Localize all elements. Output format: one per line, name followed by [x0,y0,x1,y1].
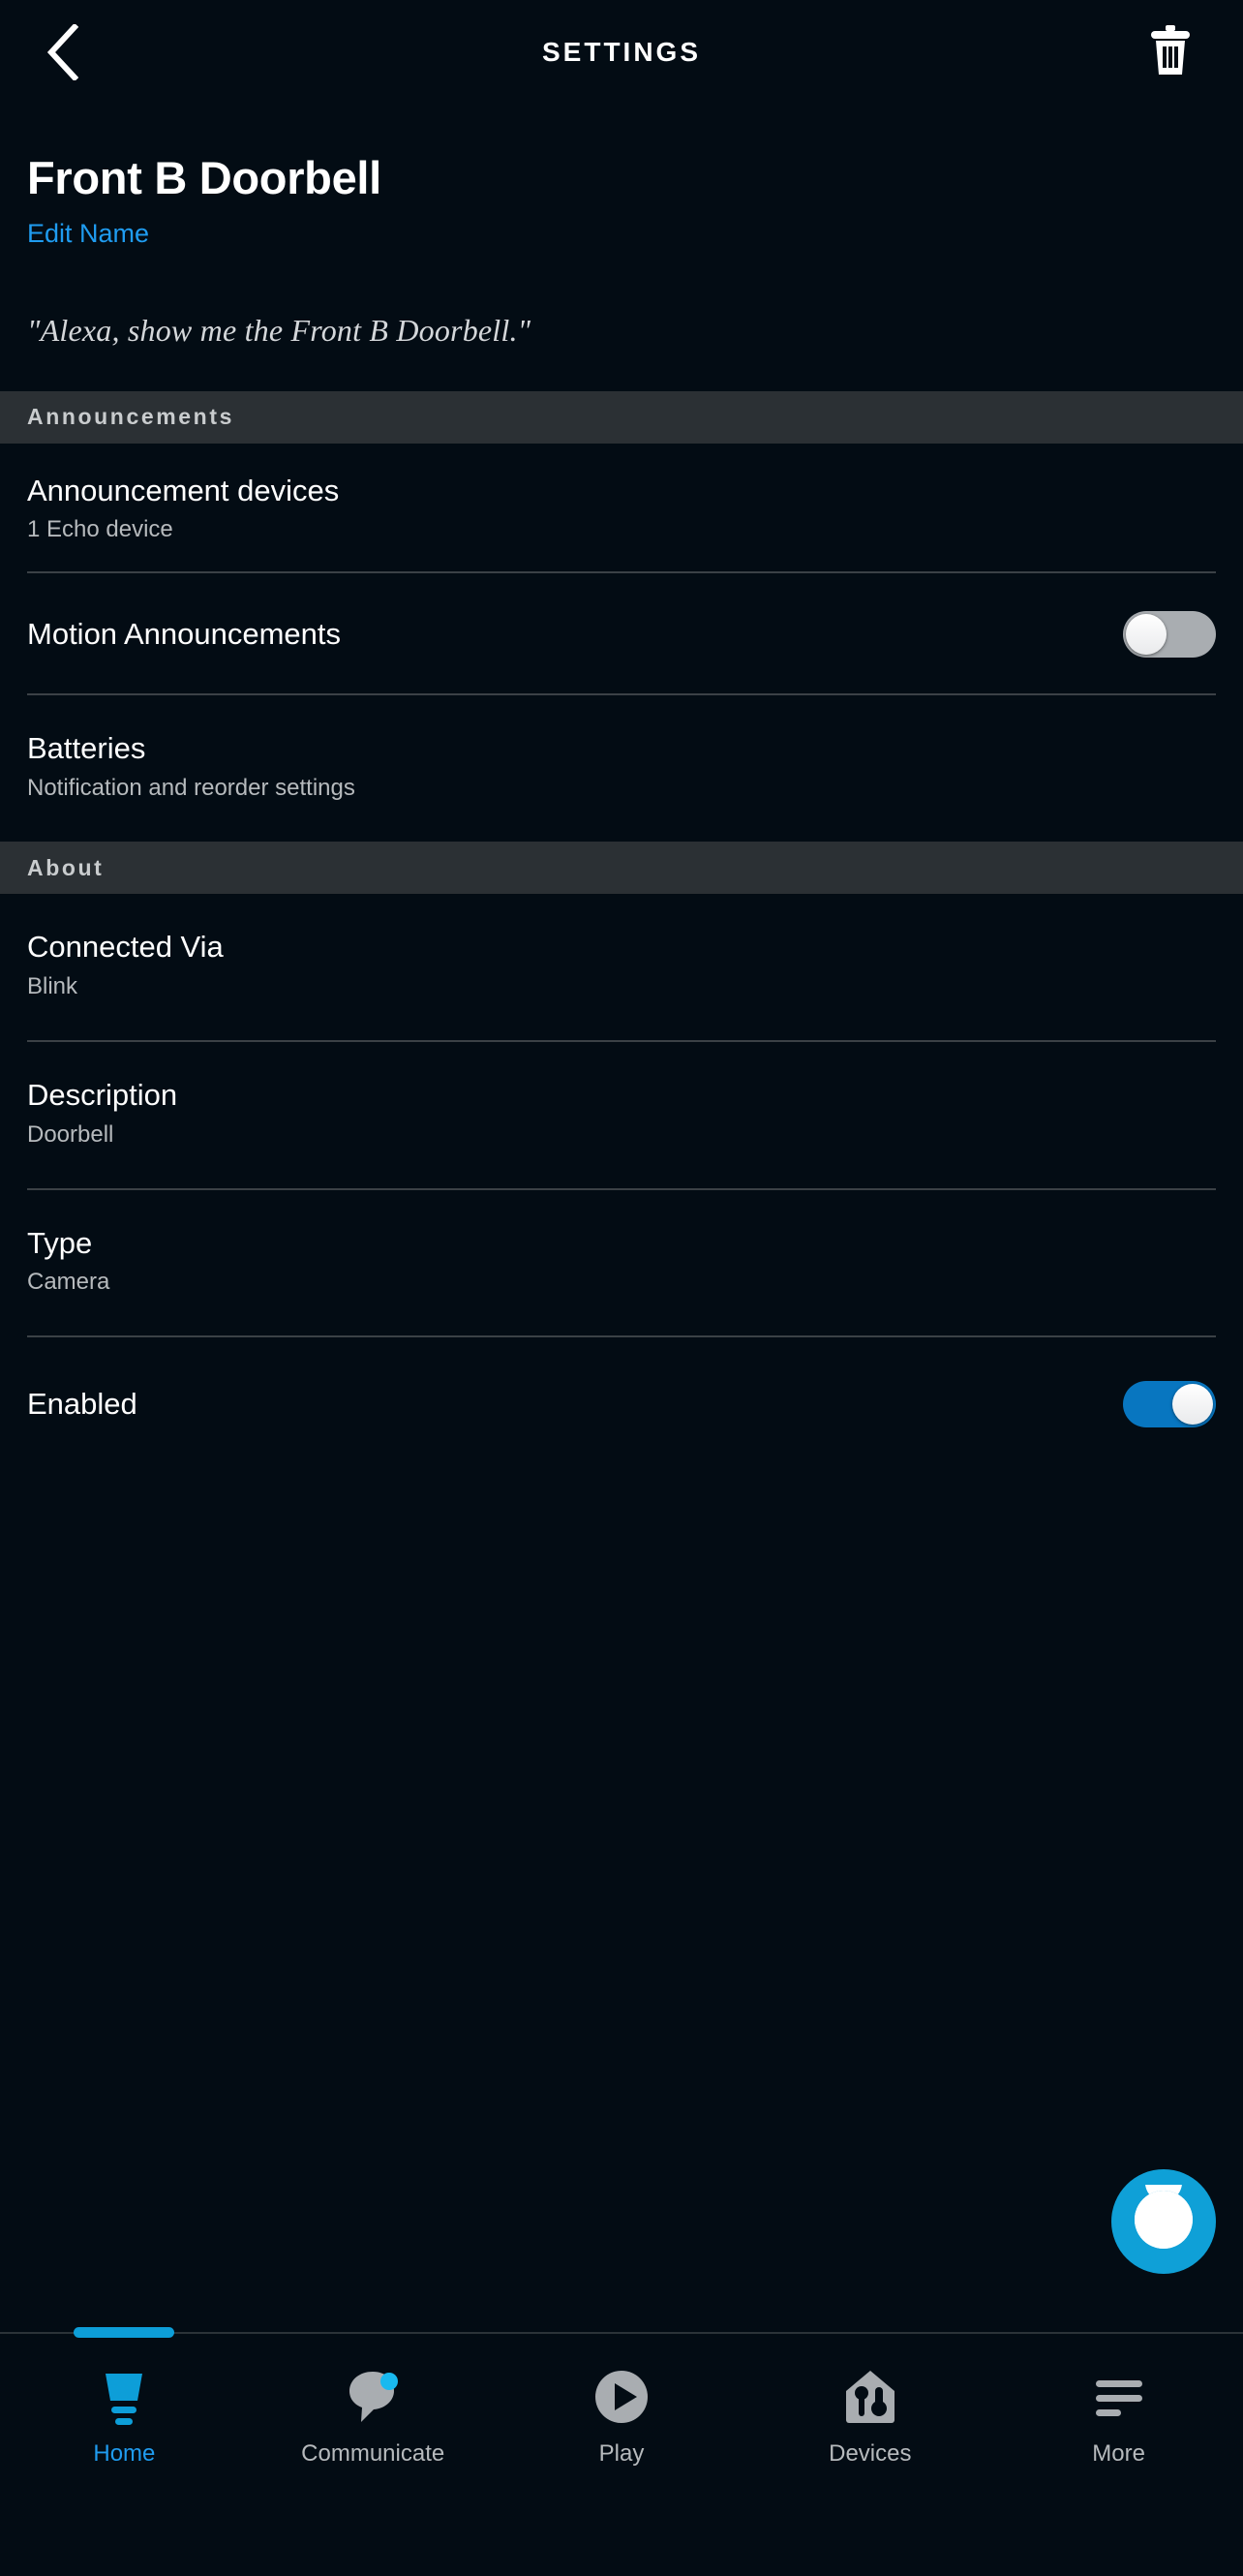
row-subtitle: Blink [27,972,1216,1001]
row-announcement-devices[interactable]: Announcement devices 1 Echo device [0,444,1243,572]
row-description: Description Doorbell [0,1042,1243,1188]
row-title: Batteries [27,730,1216,768]
back-button[interactable] [27,17,97,87]
row-title: Motion Announcements [27,616,1123,654]
row-text: Enabled [27,1386,1123,1424]
nav-item-more[interactable]: More [994,2334,1243,2468]
active-tab-indicator [74,2327,174,2338]
play-circle-icon [591,2361,652,2433]
motion-announcements-toggle[interactable] [1123,611,1216,658]
row-title: Connected Via [27,929,1216,966]
nav-label: Devices [829,2440,911,2468]
nav-item-play[interactable]: Play [498,2334,746,2468]
echo-device-icon [93,2361,155,2433]
nav-label: Play [599,2440,645,2468]
bottom-navigation: Home Communicate Play [0,2332,1243,2576]
row-text: Type Camera [27,1225,1216,1298]
nav-item-home[interactable]: Home [0,2334,249,2468]
nav-label: Home [93,2440,155,2468]
toggle-knob [1126,614,1167,655]
speech-bubble-icon [342,2361,404,2433]
row-motion-announcements[interactable]: Motion Announcements [0,573,1243,693]
nav-label: More [1092,2440,1145,2468]
row-text: Batteries Notification and reorder setti… [27,730,1216,803]
alexa-icon [1129,2185,1198,2259]
row-text: Description Doorbell [27,1077,1216,1150]
row-text: Connected Via Blink [27,929,1216,1001]
row-subtitle: Notification and reorder settings [27,774,1216,803]
section-header-announcements: Announcements [0,391,1243,444]
toggle-knob [1172,1384,1213,1425]
app-screen: SETTINGS Front B Doorbell Edit Name "Ale… [0,0,1243,2576]
row-title: Announcement devices [27,473,1216,510]
device-name: Front B Doorbell [27,153,1216,203]
hamburger-menu-icon [1088,2361,1150,2433]
row-subtitle: Doorbell [27,1120,1216,1150]
section-header-about: About [0,842,1243,894]
device-header: Front B Doorbell Edit Name [0,105,1243,249]
page-title: SETTINGS [542,37,701,68]
nav-item-devices[interactable]: Devices [745,2334,994,2468]
house-controls-icon [839,2361,901,2433]
row-title: Description [27,1077,1216,1115]
row-enabled[interactable]: Enabled [0,1337,1243,1457]
row-text: Announcement devices 1 Echo device [27,473,1216,545]
row-title: Type [27,1225,1216,1263]
delete-device-button[interactable] [1137,18,1204,86]
alexa-utterance-hint: "Alexa, show me the Front B Doorbell." [0,313,1243,349]
nav-label: Communicate [301,2440,444,2468]
enabled-toggle[interactable] [1123,1381,1216,1427]
nav-item-communicate[interactable]: Communicate [249,2334,498,2468]
top-app-bar: SETTINGS [0,0,1243,105]
row-title: Enabled [27,1386,1123,1424]
chevron-left-icon [45,24,78,80]
row-subtitle: Camera [27,1268,1216,1297]
edit-name-link[interactable]: Edit Name [27,219,149,249]
alexa-button[interactable] [1111,2169,1216,2274]
row-type: Type Camera [0,1190,1243,1336]
row-connected-via: Connected Via Blink [0,894,1243,1040]
row-batteries[interactable]: Batteries Notification and reorder setti… [0,695,1243,842]
row-subtitle: 1 Echo device [27,515,1216,544]
trash-icon [1148,24,1193,81]
row-text: Motion Announcements [27,616,1123,654]
